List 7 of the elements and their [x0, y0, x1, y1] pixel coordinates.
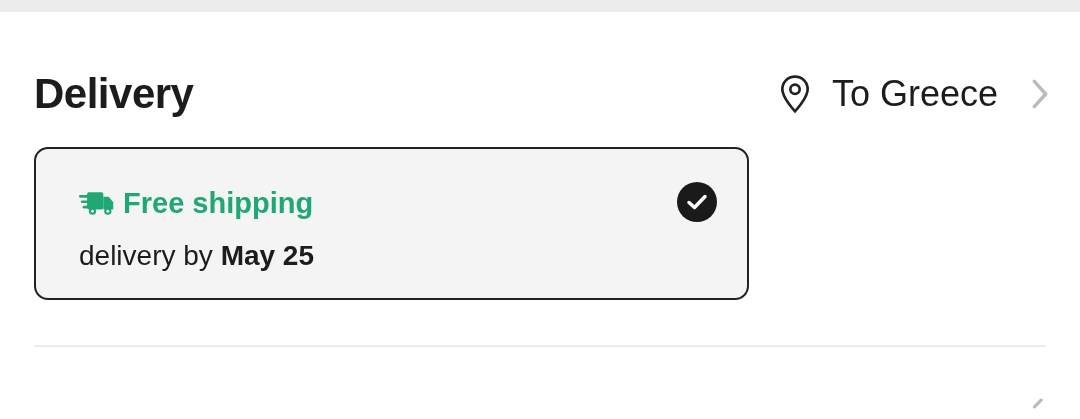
shipping-option-card[interactable]: Free shipping delivery by May 25: [34, 147, 749, 300]
delivery-date: delivery by May 25: [79, 240, 316, 272]
truck-icon: [79, 191, 115, 216]
checkmark-icon: [677, 182, 717, 222]
shipping-label: Free shipping: [123, 187, 314, 220]
section-title: Delivery: [34, 70, 194, 118]
destination-link[interactable]: To Greece: [777, 73, 1048, 115]
